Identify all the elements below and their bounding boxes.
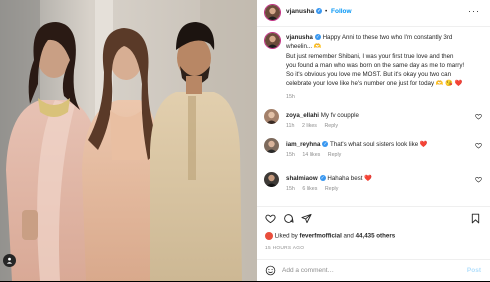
comment-item: zoya_ellahi My fv coupple 11h 2 likes Re… [257, 109, 490, 135]
comment-text: shalmiaow ✓ Hahaha best ❤️ [286, 174, 481, 183]
caption-line-3: But just remember Shibani, I was your fi… [286, 52, 454, 60]
comment-username[interactable]: zoya_ellahi [286, 112, 319, 119]
post-comment-button[interactable]: Post [467, 267, 481, 274]
caption-time: 15h [286, 94, 295, 100]
comment-reply-button[interactable]: Reply [324, 123, 338, 129]
verified-badge-icon: ✓ [316, 8, 323, 15]
comment-item: shalmiaow ✓ Hahaha best ❤️ 15h 6 likes Re… [257, 172, 490, 198]
comment-meta: 15h 6 likes Reply [286, 186, 344, 192]
comment-reply-button[interactable]: Reply [328, 152, 342, 158]
comment-likes[interactable]: 14 likes [302, 152, 320, 158]
post-timestamp[interactable]: 15 HOURS AGO [265, 246, 304, 251]
commenter-avatar[interactable] [264, 172, 279, 187]
caption-line-2: wheelin... 🫶 [286, 43, 322, 51]
author-avatar-image [265, 5, 280, 20]
commenter-avatar-image [264, 172, 279, 187]
verified-badge-icon: ✓ [319, 175, 326, 182]
share-icon[interactable] [301, 213, 312, 224]
comment-meta: 15h 14 likes Reply [286, 152, 347, 158]
caption-text: vjanusha ✓ Happy Anni to these two who I'… [286, 33, 481, 89]
follow-button[interactable]: Follow [331, 8, 352, 15]
more-options-icon[interactable]: ··· [468, 6, 480, 16]
post-photo-image [0, 0, 257, 281]
likes-and: and [343, 232, 354, 240]
verified-badge-icon: ✓ [322, 141, 329, 148]
caption-avatar[interactable] [264, 32, 281, 49]
comment-time: 11h [286, 123, 295, 129]
user-tag-glyph [6, 257, 13, 264]
comment-reply-button[interactable]: Reply [325, 186, 339, 192]
comment-username[interactable]: iam_reyhna [286, 141, 320, 148]
comment-likes[interactable]: 2 likes [302, 123, 317, 129]
user-tag-icon[interactable] [3, 254, 16, 267]
comment-text: iam_reyhna ✓ That's what soul sisters loo… [286, 140, 481, 149]
author-username[interactable]: vjanusha ✓ [286, 8, 323, 15]
caption-line-1: Happy Anni to these two who I'm constant… [322, 34, 453, 41]
post-side-panel: vjanusha ✓ • Follow ··· vjanusha ✓ Happy A… [257, 0, 490, 281]
caption-avatar-image [265, 33, 280, 48]
comment-username[interactable]: shalmiaow [286, 175, 318, 182]
liker-username[interactable]: feverfmofficial [300, 233, 342, 240]
post-actions [257, 206, 490, 227]
post-photo[interactable] [0, 0, 257, 281]
comments-list[interactable]: vjanusha ✓ Happy Anni to these two who I'… [257, 27, 490, 205]
caption-line-6: celebrate your love like he's number one… [286, 80, 463, 88]
caption: vjanusha ✓ Happy Anni to these two who I'… [257, 32, 490, 104]
caption-line-5: So it's obvious you love me MOST. But it… [286, 71, 452, 79]
bookmark-icon[interactable] [470, 213, 481, 224]
emoji-icon[interactable] [265, 265, 276, 276]
comment-item: iam_reyhna ✓ That's what soul sisters loo… [257, 138, 490, 164]
liker-avatar[interactable] [265, 232, 273, 240]
comment-like-heart-icon[interactable] [475, 142, 482, 149]
comment-meta: 11h 2 likes Reply [286, 123, 344, 129]
caption-line-4: you found a man who was born on the same… [286, 61, 465, 69]
caption-username[interactable]: vjanusha [286, 34, 313, 41]
comment-body: My fv coupple [320, 112, 359, 119]
add-comment-row: Add a comment… Post [257, 259, 490, 282]
comment-like-heart-icon[interactable] [475, 113, 482, 120]
comment-icon[interactable] [283, 213, 294, 224]
commenter-avatar-image [264, 109, 279, 124]
commenter-avatar[interactable] [264, 109, 279, 124]
header-separator: • [325, 8, 328, 15]
likes-others[interactable]: 44,435 others [356, 233, 396, 240]
comment-time: 15h [286, 186, 295, 192]
caption-meta: 15h [286, 94, 301, 100]
commenter-avatar[interactable] [264, 138, 279, 153]
comment-like-heart-icon[interactable] [475, 176, 482, 183]
verified-badge-icon: ✓ [314, 34, 321, 41]
author-avatar[interactable] [264, 4, 281, 21]
comment-body: That's what soul sisters look like ❤️ [330, 141, 428, 148]
instagram-post-modal: vjanusha ✓ • Follow ··· vjanusha ✓ Happy A… [0, 0, 490, 281]
comment-body: Hahaha best ❤️ [327, 175, 372, 182]
post-header: vjanusha ✓ • Follow ··· [257, 0, 490, 27]
likes-summary: Liked by feverfmofficial and 44,435 othe… [265, 232, 395, 240]
commenter-avatar-image [264, 138, 279, 153]
comment-text: zoya_ellahi My fv coupple [286, 111, 481, 120]
comment-time: 15h [286, 152, 295, 158]
add-comment-input[interactable]: Add a comment… [282, 267, 334, 274]
comment-likes[interactable]: 6 likes [302, 186, 317, 192]
author-username-text[interactable]: vjanusha [286, 8, 314, 15]
likes-prefix: Liked by [274, 232, 298, 240]
heart-icon[interactable] [265, 213, 276, 224]
